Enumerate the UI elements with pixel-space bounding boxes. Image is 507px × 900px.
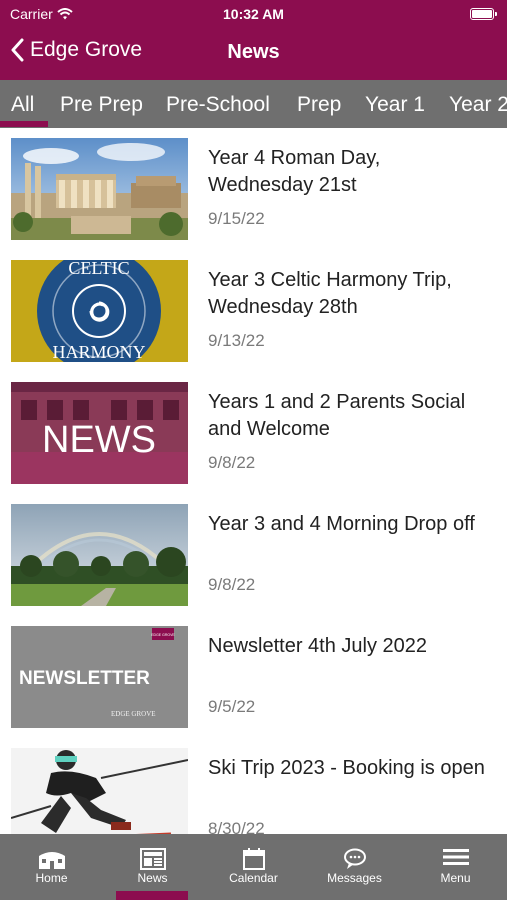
- news-item[interactable]: Year 4 Roman Day, Wednesday 21st 9/15/22: [0, 128, 507, 251]
- news-date: 9/13/22: [208, 331, 265, 350]
- news-date: 9/15/22: [208, 209, 265, 228]
- newsletter-graphic-text: NEWSLETTER: [19, 668, 150, 689]
- tab-menu-label: Menu: [440, 871, 471, 885]
- category-tabs: All Pre Prep Pre-School Prep Year 1 Year…: [0, 80, 507, 128]
- news-graphic-text: NEWS: [42, 419, 156, 461]
- tab-menu[interactable]: Menu: [405, 834, 506, 900]
- news-thumbnail: [11, 504, 188, 606]
- news-title: Ski Trip 2023 - Booking is open: [208, 757, 485, 779]
- news-item[interactable]: CELTIC HARMONY Year 3 Celtic Harmony Tri…: [0, 250, 507, 373]
- bottom-tab-bar: Home News Calendar Messages Menu: [0, 834, 507, 900]
- newsletter-badge-text: EDGE GROVE: [151, 633, 175, 637]
- news-title: Year 3 Celtic Harmony Trip, Wednesday 28…: [208, 269, 452, 318]
- tab-year-2[interactable]: Year 2: [449, 93, 507, 117]
- status-bar: Carrier 10:32 AM: [0, 0, 507, 28]
- tab-messages-label: Messages: [327, 871, 382, 885]
- news-title: Years 1 and 2 Parents Social and Welcome: [208, 391, 466, 440]
- news-item[interactable]: EDGE GROVE NEWSLETTER EDGE GROVE Newslet…: [0, 616, 507, 739]
- tab-news-label: News: [137, 871, 168, 885]
- tab-pre-school[interactable]: Pre-School: [166, 93, 270, 117]
- tab-calendar-label: Calendar: [229, 871, 278, 885]
- news-thumbnail: CELTIC HARMONY: [11, 260, 188, 362]
- page-title: News: [227, 41, 280, 63]
- news-icon: [139, 848, 166, 870]
- news-item[interactable]: NEWS Years 1 and 2 Parents Social and We…: [0, 372, 507, 495]
- active-tab-indicator: [0, 121, 48, 127]
- tab-home-label: Home: [35, 871, 68, 885]
- news-date: 8/30/22: [208, 819, 265, 834]
- news-thumbnail: [11, 748, 188, 834]
- news-thumbnail: EDGE GROVE NEWSLETTER EDGE GROVE: [11, 626, 188, 728]
- news-date: 9/8/22: [208, 453, 256, 472]
- news-thumbnail: NEWS: [11, 382, 188, 484]
- news-item[interactable]: Ski Trip 2023 - Booking is open 8/30/22: [0, 738, 507, 834]
- tab-prep[interactable]: Prep: [297, 93, 341, 117]
- news-title: Year 3 and 4 Morning Drop off: [208, 513, 475, 535]
- home-icon: [38, 852, 65, 869]
- celtic-harmony-top-text: CELTIC: [68, 260, 129, 278]
- news-date: 9/5/22: [208, 697, 256, 716]
- calendar-icon: [242, 848, 265, 870]
- tab-pre-prep[interactable]: Pre Prep: [60, 93, 143, 117]
- tab-home[interactable]: Home: [1, 834, 102, 900]
- active-tab-indicator: [116, 891, 188, 900]
- news-title: Newsletter 4th July 2022: [208, 635, 428, 657]
- tab-year-1[interactable]: Year 1: [365, 93, 425, 117]
- news-title: Year 4 Roman Day, Wednesday 21st: [208, 147, 381, 196]
- menu-icon: [442, 849, 469, 865]
- news-date: 9/8/22: [208, 575, 256, 594]
- navigation-bar: Edge Grove News: [0, 28, 507, 80]
- news-item[interactable]: Year 3 and 4 Morning Drop off 9/8/22: [0, 494, 507, 617]
- tab-messages[interactable]: Messages: [304, 834, 405, 900]
- tab-all[interactable]: All: [11, 93, 34, 117]
- celtic-harmony-bottom-text: HARMONY: [52, 342, 145, 362]
- tab-calendar[interactable]: Calendar: [203, 834, 304, 900]
- status-time: 10:32 AM: [223, 6, 284, 22]
- news-list[interactable]: Year 4 Roman Day, Wednesday 21st 9/15/22…: [0, 128, 507, 834]
- messages-icon: [343, 848, 366, 869]
- news-thumbnail: [11, 138, 188, 240]
- edge-grove-watermark: EDGE GROVE: [111, 710, 156, 718]
- battery-icon: [470, 8, 497, 20]
